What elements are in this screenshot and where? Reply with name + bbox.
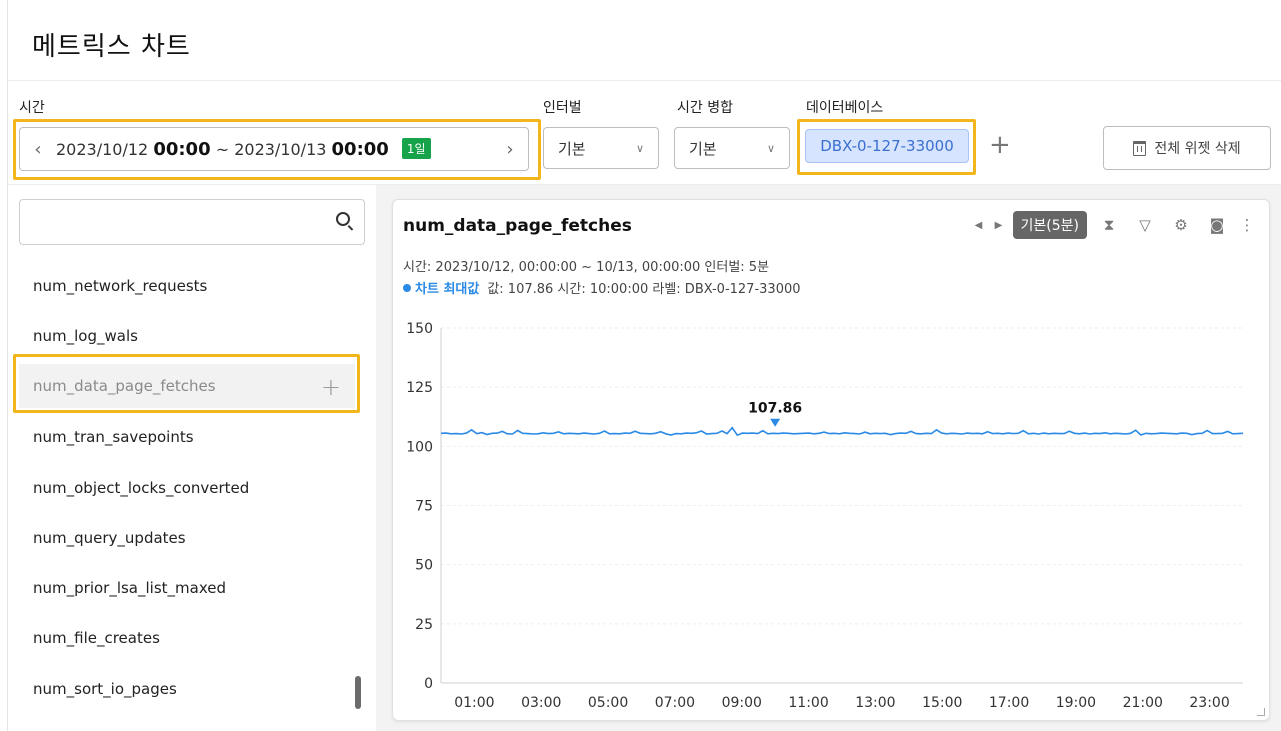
x-tick-label: 11:00 (788, 695, 828, 711)
metric-search-input[interactable] (19, 199, 365, 245)
resize-handle[interactable] (1257, 708, 1265, 716)
time-label: 시간 (19, 100, 45, 116)
hourglass-icon[interactable]: ⧗ (1091, 216, 1127, 234)
x-axis-ticks: 01:00 03:00 05:00 07:00 09:00 11:00 13:00 15:00… (454, 695, 1230, 711)
chart-widget: num_data_page_fetches ◀ ▶ 기본(5분) ⧗ ▽ ⚙ ◙… (392, 199, 1270, 721)
y-tick-label: 100 (406, 439, 433, 455)
series-line (440, 426, 1244, 437)
y-tick-label: 75 (415, 499, 433, 515)
trash-icon (1133, 140, 1147, 156)
next-range-icon[interactable]: › (492, 139, 528, 160)
metric-item[interactable]: num_log_wals (19, 314, 355, 358)
widget-toolbar: ◀ ▶ 기본(5분) ⧗ ▽ ⚙ ◙ ⋮ (969, 211, 1259, 239)
widget-meta: 시간: 2023/10/12, 00:00:00 ~ 10/13, 00:00:… (403, 260, 770, 275)
interval-select[interactable]: 기본 ∨ (543, 127, 659, 169)
x-tick-label: 21:00 (1123, 695, 1163, 711)
y-tick-label: 150 (406, 321, 433, 337)
metric-item[interactable]: num_prior_lsa_list_maxed (19, 566, 355, 610)
aggregation-badge[interactable]: 기본(5분) (1012, 211, 1087, 239)
chevron-down-icon: ∨ (635, 141, 644, 155)
metric-item[interactable]: num_network_requests (19, 264, 355, 308)
camera-icon[interactable]: ◙ (1199, 216, 1235, 234)
metric-item[interactable]: num_file_creates (19, 616, 355, 660)
line-chart: 0 25 50 75 100 125 150 01:00 03:00 05:00 07:00 09:… (406, 321, 1244, 711)
x-tick-label: 23:00 (1189, 695, 1229, 711)
time-merge-select[interactable]: 기본 ∨ (674, 127, 790, 169)
x-tick-label: 15:00 (922, 695, 962, 711)
add-database-icon[interactable]: + (989, 130, 1011, 160)
max-value-info: 차트 최대값 값: 107.86 시간: 10:00:00 라벨: DBX-0-1… (403, 278, 801, 297)
duration-badge: 1일 (401, 138, 431, 159)
metric-item[interactable]: num_object_locks_converted (19, 466, 355, 510)
x-tick-label: 03:00 (521, 695, 561, 711)
widget-title: num_data_page_fetches (403, 216, 632, 236)
max-point-label: 107.86 (748, 401, 802, 417)
page-title: 메트릭스 차트 (32, 32, 191, 62)
interval-label: 인터벌 (543, 100, 582, 116)
metric-item[interactable]: num_query_updates (19, 516, 355, 560)
prev-icon[interactable]: ◀ (969, 220, 989, 231)
next-icon[interactable]: ▶ (989, 220, 1009, 231)
more-icon[interactable]: ⋮ (1235, 216, 1259, 234)
x-tick-label: 19:00 (1056, 695, 1096, 711)
settings-icon[interactable]: ⚙ (1163, 216, 1199, 234)
header-divider (8, 80, 1281, 81)
x-tick-label: 07:00 (655, 695, 695, 711)
x-tick-label: 01:00 (454, 695, 494, 711)
search-icon[interactable] (336, 212, 350, 226)
merge-label: 시간 병합 (677, 100, 733, 116)
y-tick-label: 50 (415, 558, 433, 574)
database-label: 데이터베이스 (806, 100, 884, 116)
metric-item-selected[interactable]: num_data_page_fetches + (19, 364, 355, 408)
database-chip[interactable]: DBX-0-127-33000 (805, 129, 969, 163)
y-axis-ticks: 0 25 50 75 100 125 150 (406, 321, 433, 692)
max-dot-icon (403, 284, 411, 292)
x-tick-label: 05:00 (588, 695, 628, 711)
metric-item[interactable]: num_sort_io_pages (19, 667, 355, 711)
chart-grid (440, 327, 1243, 684)
delete-all-widgets-button[interactable]: 전체 위젯 삭제 (1103, 126, 1271, 170)
y-tick-label: 25 (415, 617, 433, 633)
x-tick-label: 09:00 (722, 695, 762, 711)
add-metric-icon[interactable]: + (321, 373, 341, 401)
prev-range-icon[interactable]: ‹ (20, 139, 56, 160)
time-range-picker[interactable]: ‹ 2023/10/12 00:00 ~ 2023/10/13 00:00 1일… (19, 127, 529, 171)
time-range-text: 2023/10/12 00:00 ~ 2023/10/13 00:00 1일 (56, 138, 431, 160)
x-tick-label: 13:00 (855, 695, 895, 711)
chevron-down-icon: ∨ (766, 141, 775, 155)
max-point-marker (770, 418, 781, 427)
metric-item[interactable]: num_tran_savepoints (19, 415, 355, 459)
y-tick-label: 0 (424, 676, 433, 692)
list-scrollbar-thumb[interactable] (355, 676, 361, 709)
filter-icon[interactable]: ▽ (1127, 216, 1163, 234)
y-tick-label: 125 (406, 380, 433, 396)
x-tick-label: 17:00 (989, 695, 1029, 711)
